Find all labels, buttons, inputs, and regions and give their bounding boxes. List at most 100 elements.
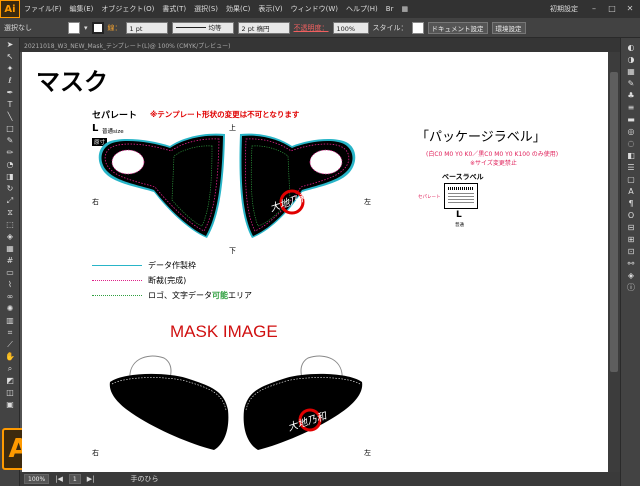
drawing-mode-icon[interactable]: ◫ — [2, 387, 18, 398]
stroke-profile-select[interactable]: 均等 — [171, 21, 234, 34]
blob-brush-tool-icon[interactable]: ◔ — [2, 159, 18, 170]
label-barcode — [448, 187, 474, 190]
minimize-icon[interactable]: – — [588, 4, 600, 14]
selection-tool-icon[interactable]: ➤ — [2, 39, 18, 50]
graphic-styles-panel-icon[interactable]: ◧ — [623, 150, 639, 161]
graph-tool-icon[interactable]: ▥ — [2, 315, 18, 326]
warning-text: ※テンプレート形状の変更は不可となります — [150, 110, 300, 119]
gradient-panel-icon[interactable]: ▬ — [623, 114, 639, 125]
perspective-grid-tool-icon[interactable]: ▦ — [2, 243, 18, 254]
swatches-panel-icon[interactable]: ▦ — [623, 66, 639, 77]
screen-mode-icon[interactable]: ▣ — [2, 399, 18, 410]
stroke-panel-icon[interactable]: ≡ — [623, 102, 639, 113]
first-page-icon[interactable]: |◀ — [55, 475, 63, 483]
page-number-field[interactable]: 1 — [68, 474, 81, 484]
mask-left-panel — [239, 133, 356, 238]
pencil-tool-icon[interactable]: ✏ — [2, 147, 18, 158]
opacity-field[interactable]: 100% — [332, 21, 369, 34]
stroke-profile-label: 均等 — [208, 23, 222, 32]
legend-line-cyan — [92, 265, 142, 266]
style-swatch[interactable] — [411, 21, 424, 34]
menu-file[interactable]: ファイル(F) — [20, 4, 66, 14]
character-panel-icon[interactable]: A — [623, 186, 639, 197]
magic-wand-tool-icon[interactable]: ✦ — [2, 63, 18, 74]
type-tool-icon[interactable]: T — [2, 99, 18, 110]
transparency-panel-icon[interactable]: ◎ — [623, 126, 639, 137]
zoom-level-field[interactable]: 100% — [24, 474, 50, 484]
scale-tool-icon[interactable]: ⤢ — [2, 195, 18, 206]
mask-template-diagram: 大地乃和 — [98, 133, 356, 238]
mesh-tool-icon[interactable]: # — [2, 255, 18, 266]
lasso-tool-icon[interactable]: ℓ — [2, 75, 18, 86]
last-page-icon[interactable]: ▶| — [87, 475, 95, 483]
legend-label-logo-area: ロゴ、文字データ可能エリア — [148, 290, 252, 301]
document-setup-button[interactable]: ドキュメント設定 — [427, 21, 488, 34]
color-panel-icon[interactable]: ◐ — [623, 42, 639, 53]
eyedropper-tool-icon[interactable]: ⌇ — [2, 279, 18, 290]
arrange-icon[interactable]: ▦ — [397, 5, 412, 13]
workspace-switcher[interactable]: 初期設定 — [546, 4, 582, 14]
zoom-tool-icon[interactable]: ⌕ — [2, 363, 18, 374]
document-tab[interactable]: 20211018_W3_NEW_Mask_テンプレート(L)@ 100% (CM… — [24, 41, 230, 50]
menu-select[interactable]: 選択(S) — [190, 4, 222, 14]
stroke-label: 線： — [107, 23, 122, 32]
menu-view[interactable]: 表示(V) — [254, 4, 286, 14]
fill-stroke-icon[interactable]: ◩ — [2, 375, 18, 386]
paragraph-panel-icon[interactable]: ¶ — [623, 198, 639, 209]
info-panel-icon[interactable]: ⓘ — [623, 282, 639, 293]
stroke-swatch[interactable] — [91, 21, 104, 34]
brush-select[interactable]: 2 pt 楕円 — [237, 21, 290, 34]
direct-selection-tool-icon[interactable]: ↖ — [2, 51, 18, 62]
tools-panel: ➤ ↖ ✦ ℓ ✒ T ╲ □ ✎ ✏ ◔ ◨ ↻ ⤢ ⧖ ⬚ ◈ ▦ # ▭ … — [0, 38, 20, 486]
menu-effect[interactable]: 効果(C) — [222, 4, 254, 14]
hand-tool-icon[interactable]: ✋ — [2, 351, 18, 362]
rotate-tool-icon[interactable]: ↻ — [2, 183, 18, 194]
menu-type[interactable]: 書式(T) — [158, 4, 190, 14]
menu-object[interactable]: オブジェクト(O) — [97, 4, 158, 14]
gradient-tool-icon[interactable]: ▭ — [2, 267, 18, 278]
fill-swatch[interactable] — [68, 21, 80, 34]
menu-help[interactable]: ヘルプ(H) — [342, 4, 382, 14]
rectangle-tool-icon[interactable]: □ — [2, 123, 18, 134]
left-side-label: 左 — [364, 198, 371, 206]
package-label-note: ※サイズ変更禁止 — [470, 160, 517, 167]
brushes-panel-icon[interactable]: ✎ — [623, 78, 639, 89]
blend-tool-icon[interactable]: ∞ — [2, 291, 18, 302]
opentype-panel-icon[interactable]: O — [623, 210, 639, 221]
package-label-preview — [444, 183, 478, 209]
preferences-button[interactable]: 環境設定 — [491, 21, 526, 34]
symbols-panel-icon[interactable]: ♣ — [623, 90, 639, 101]
fill-dropdown-icon[interactable]: ▾ — [84, 24, 88, 32]
paintbrush-tool-icon[interactable]: ✎ — [2, 135, 18, 146]
layers-panel-icon[interactable]: ☰ — [623, 162, 639, 173]
close-icon[interactable]: ✕ — [624, 4, 636, 14]
mask-mockup-right — [109, 355, 229, 450]
maximize-icon[interactable]: □ — [606, 4, 618, 14]
bridge-icon[interactable]: Br — [382, 5, 398, 13]
eraser-tool-icon[interactable]: ◨ — [2, 171, 18, 182]
pen-tool-icon[interactable]: ✒ — [2, 87, 18, 98]
color-guide-icon[interactable]: ◑ — [623, 54, 639, 65]
scroll-thumb[interactable] — [610, 72, 618, 372]
align-panel-icon[interactable]: ⊟ — [623, 222, 639, 233]
symbol-sprayer-tool-icon[interactable]: ✺ — [2, 303, 18, 314]
appearance-panel-icon[interactable]: ◌ — [623, 138, 639, 149]
pathfinder-panel-icon[interactable]: ⊞ — [623, 234, 639, 245]
opacity-label[interactable]: 不透明度： — [294, 23, 329, 33]
artboard-tool-icon[interactable]: ⌗ — [2, 327, 18, 338]
legend-item-logo-area: ロゴ、文字データ可能エリア — [92, 288, 252, 303]
vertical-scrollbar[interactable] — [608, 52, 620, 472]
menu-window[interactable]: ウィンドウ(W) — [287, 4, 342, 14]
links-panel-icon[interactable]: ⚯ — [623, 258, 639, 269]
width-tool-icon[interactable]: ⧖ — [2, 207, 18, 218]
line-tool-icon[interactable]: ╲ — [2, 111, 18, 122]
stroke-weight-field[interactable]: 1 pt — [125, 21, 168, 34]
artboard-canvas[interactable]: マスク セパレート ※テンプレート形状の変更は不可となります L 普通size … — [22, 52, 608, 472]
slice-tool-icon[interactable]: ⟋ — [2, 339, 18, 350]
transform-panel-icon[interactable]: ⊡ — [623, 246, 639, 257]
navigator-panel-icon[interactable]: ◈ — [623, 270, 639, 281]
artboards-panel-icon[interactable]: ▢ — [623, 174, 639, 185]
shape-builder-tool-icon[interactable]: ◈ — [2, 231, 18, 242]
menu-edit[interactable]: 編集(E) — [66, 4, 98, 14]
free-transform-tool-icon[interactable]: ⬚ — [2, 219, 18, 230]
